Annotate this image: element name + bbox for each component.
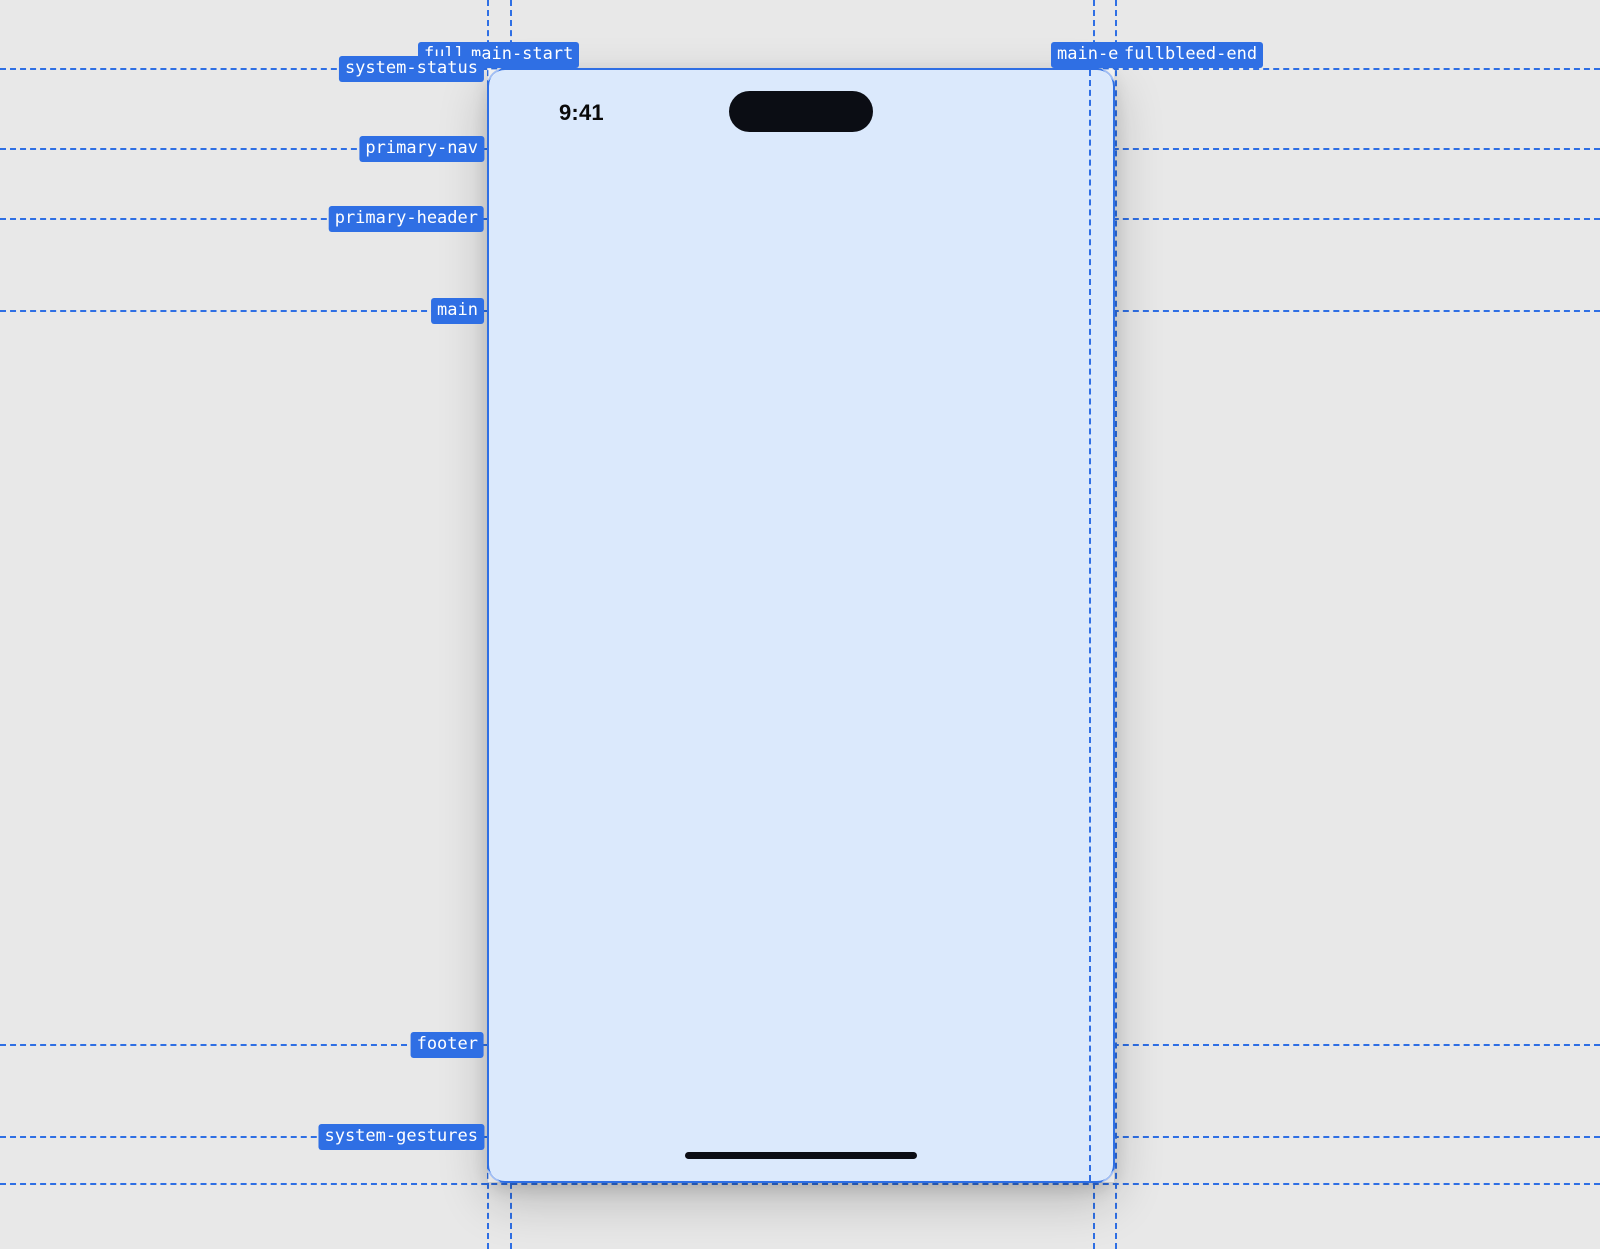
label-footer: footer (411, 1032, 484, 1058)
layout-canvas: 9:41 fullbleed main-start main-end fullb… (0, 0, 1600, 1249)
guide-bottom (0, 1183, 1600, 1185)
corner-notch (488, 69, 516, 97)
home-indicator (685, 1152, 917, 1159)
guide-fullbleed-end (1115, 0, 1117, 1249)
status-time: 9:41 (559, 100, 604, 126)
label-primary-nav: primary-nav (359, 136, 484, 162)
label-primary-header: primary-header (329, 206, 484, 232)
label-fullbleed-end: fullbleed-end (1118, 42, 1263, 68)
corner-notch (488, 1154, 516, 1182)
label-main: main (431, 298, 484, 324)
label-system-gestures: system-gestures (318, 1124, 484, 1150)
phone-frame: 9:41 (487, 68, 1115, 1183)
dynamic-island (729, 91, 873, 132)
label-system-status: system-status (339, 56, 484, 82)
inner-right-guide (1089, 70, 1091, 1181)
